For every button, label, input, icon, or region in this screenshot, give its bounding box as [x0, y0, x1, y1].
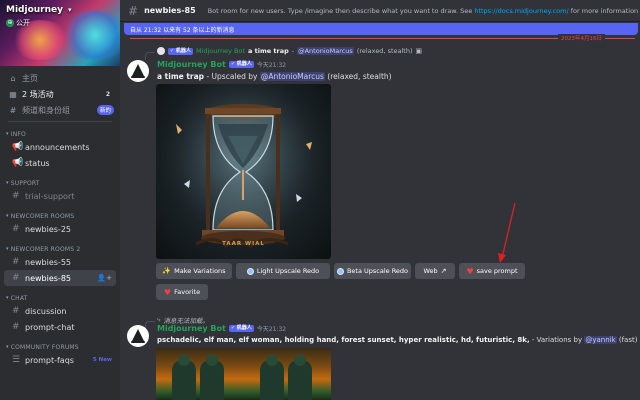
- magnifier-icon: [336, 267, 344, 275]
- message-author-line: Midjourney Bot ✓ 机器人 今天21:32: [157, 60, 286, 69]
- save-prompt-button[interactable]: ♥ save prompt: [459, 263, 525, 279]
- events-count: 2: [105, 90, 110, 98]
- channel-prompt-chat[interactable]: # prompt-chat: [4, 319, 116, 335]
- channel-list: ⌂ 主页 ▦ 2 场活动 2 # 频道和身份组 新的 ▾ INFO 📢 announ…: [0, 70, 120, 368]
- message-content: pschadelic, elf man, elf woman, holding …: [157, 336, 638, 344]
- avatar[interactable]: [127, 60, 149, 82]
- channel-newbies-85[interactable]: # newbies-85 👤+: [4, 270, 116, 286]
- home-icon: ⌂: [10, 73, 16, 83]
- channel-announcements[interactable]: 📢 announcements: [4, 139, 116, 155]
- public-badge: ⊕ 公开: [6, 19, 30, 27]
- bot-avatar-mini: [157, 47, 165, 55]
- figure: [172, 354, 196, 400]
- nav-browse-channels[interactable]: # 频道和身份组 新的: [0, 102, 120, 118]
- divider: [8, 121, 112, 122]
- browse-hash-icon: #: [9, 105, 17, 115]
- image-caption: TAAR WIAL: [222, 241, 265, 247]
- reply-icon: ⤷: [157, 316, 161, 323]
- chevron-down-icon: ▾: [6, 131, 9, 137]
- server-sidebar: Midjourney ▾ ⊕ 公开 ⌂ 主页 ▦ 2 场活动 2 # 频道和身份…: [0, 0, 120, 400]
- hash-icon: #: [12, 306, 20, 316]
- user-mention[interactable]: @AntonioMarcus: [259, 72, 325, 81]
- hash-icon: #: [12, 322, 20, 332]
- figure: [260, 354, 284, 400]
- chevron-down-icon: ▾: [6, 344, 9, 350]
- generated-image-hourglass[interactable]: TAAR WIAL: [156, 84, 331, 259]
- reply-connector: [145, 321, 155, 329]
- category-newcomer-rooms[interactable]: ▾ NEWCOMER ROOMS: [0, 211, 120, 221]
- hourglass-art: [156, 84, 331, 259]
- timestamp: 今天21:32: [256, 326, 287, 333]
- chevron-down-icon: ▾: [6, 213, 9, 219]
- nav-home[interactable]: ⌂ 主页: [0, 70, 120, 86]
- calendar-icon: ▦: [9, 89, 17, 99]
- channel-trial-support[interactable]: # trial-support: [4, 188, 116, 204]
- channel-status[interactable]: 📢 status: [4, 155, 116, 171]
- add-user-icon[interactable]: 👤+: [97, 274, 112, 282]
- bot-badge: ✓ 机器人: [228, 61, 254, 68]
- sailboat-icon: [132, 64, 144, 76]
- category-info[interactable]: ▾ INFO: [0, 129, 120, 139]
- channel-newbies-55[interactable]: # newbies-55: [4, 254, 116, 270]
- announcement-icon: 📢: [12, 142, 24, 152]
- announcement-icon: 📢: [12, 158, 24, 168]
- banner-art-2: [60, 10, 120, 60]
- channel-topic: Bot room for new users. Type /imagine th…: [207, 6, 639, 15]
- hash-icon: #: [12, 191, 20, 201]
- image-icon: ▣: [415, 47, 423, 55]
- hash-icon: #: [12, 224, 20, 234]
- channel-newbies-25[interactable]: # newbies-25: [4, 221, 116, 237]
- chevron-down-icon: ▾: [6, 180, 9, 186]
- category-support[interactable]: ▾ SUPPORT: [0, 178, 120, 188]
- server-banner[interactable]: Midjourney ▾ ⊕ 公开: [0, 0, 120, 66]
- sparkle-icon: ✨: [162, 267, 172, 275]
- docs-link[interactable]: https://docs.midjourney.com/: [474, 7, 568, 15]
- beta-upscale-redo-button[interactable]: Beta Upscale Redo: [334, 263, 411, 279]
- channel-discussion[interactable]: # discussion: [4, 303, 116, 319]
- channel-title: newbies-85: [144, 6, 196, 15]
- timestamp: 今天21:32: [256, 62, 287, 69]
- external-link-icon: ↗: [440, 267, 447, 275]
- channel-header: # newbies-85 Bot room for new users. Typ…: [120, 0, 640, 22]
- date-divider: 2023年4月16日: [130, 34, 635, 42]
- user-mention[interactable]: @yannik: [584, 336, 617, 344]
- reply-preview[interactable]: ✓ 机器人 Midjourney Bot a time trap - @Anto…: [157, 47, 422, 55]
- chevron-down-icon: ▾: [6, 295, 9, 301]
- nav-events[interactable]: ▦ 2 场活动 2: [0, 86, 120, 102]
- message-author-line: Midjourney Bot ✓ 机器人 今天21:32: [157, 324, 286, 333]
- new-tag: 新的: [96, 105, 114, 115]
- message-content: a time trap - Upscaled by @AntonioMarcus…: [157, 72, 392, 81]
- hash-icon: #: [12, 257, 20, 267]
- generated-image-elves[interactable]: [156, 348, 331, 400]
- author-name[interactable]: Midjourney Bot: [157, 60, 226, 69]
- magnifier-icon: [246, 267, 254, 275]
- chevron-down-icon: ▾: [67, 6, 72, 14]
- heart-icon: ♥: [466, 266, 474, 276]
- category-chat[interactable]: ▾ CHAT: [0, 293, 120, 303]
- globe-icon: ⊕: [6, 19, 14, 27]
- hash-icon: #: [128, 3, 139, 18]
- sailboat-icon: [132, 329, 144, 341]
- new-posts-badge: 5 New: [92, 357, 112, 363]
- figure: [200, 354, 224, 400]
- avatar[interactable]: [127, 325, 149, 347]
- reply-connector: [145, 52, 155, 60]
- channel-prompt-faqs[interactable]: ☰ prompt-faqs 5 New: [4, 352, 116, 368]
- category-community-forums[interactable]: ▾ COMMUNITY FORUMS: [0, 342, 120, 352]
- author-name[interactable]: Midjourney Bot: [157, 324, 226, 333]
- heart-icon: ♥: [163, 287, 172, 297]
- web-link-button[interactable]: Web ↗: [415, 263, 455, 279]
- favorite-button[interactable]: ♥ Favorite: [156, 284, 208, 300]
- category-newcomer-rooms-2[interactable]: ▾ NEWCOMER ROOMS 2: [0, 244, 120, 254]
- figure: [288, 354, 312, 400]
- server-name[interactable]: Midjourney ▾: [6, 5, 72, 15]
- chevron-down-icon: ▾: [6, 246, 9, 252]
- hash-icon: #: [12, 273, 20, 283]
- make-variations-button[interactable]: ✨ Make Variations: [156, 263, 232, 279]
- bot-badge: ✓ 机器人: [228, 325, 254, 332]
- light-upscale-redo-button[interactable]: Light Upscale Redo: [236, 263, 330, 279]
- forum-icon: ☰: [12, 355, 21, 365]
